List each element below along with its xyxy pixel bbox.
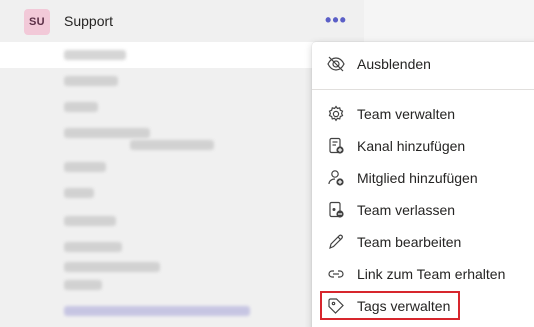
channel-item[interactable]: [0, 298, 364, 324]
team-row-support[interactable]: SU Support •••: [0, 0, 364, 42]
gear-icon: [326, 104, 346, 124]
add-member-icon: [326, 168, 346, 188]
channel-item[interactable]: [0, 272, 364, 298]
channel-name-blurred: [64, 242, 122, 252]
menu-divider: [312, 89, 534, 90]
menu-item-get-team-link[interactable]: Link zum Team erhalten: [312, 258, 534, 290]
team-context-menu: Ausblenden Team verwalten Kanal hinzufüg…: [312, 42, 534, 327]
menu-item-add-channel[interactable]: Kanal hinzufügen: [312, 130, 534, 162]
leave-team-icon: [326, 200, 346, 220]
menu-item-hide[interactable]: Ausblenden: [312, 48, 534, 80]
channel-item[interactable]: [0, 94, 364, 120]
menu-item-manage-team[interactable]: Team verwalten: [312, 98, 534, 130]
channel-name-blurred: [64, 102, 98, 112]
channel-name-blurred: [130, 140, 214, 150]
channel-name-blurred: [64, 306, 250, 316]
menu-item-label: Ausblenden: [357, 56, 431, 72]
channel-name-blurred: [64, 262, 160, 272]
pencil-icon: [326, 232, 346, 252]
channel-item[interactable]: [0, 180, 364, 206]
menu-item-leave-team[interactable]: Team verlassen: [312, 194, 534, 226]
channel-name-blurred: [64, 280, 102, 290]
link-icon: [326, 264, 346, 284]
channel-list: [0, 42, 364, 327]
channel-name-blurred: [64, 162, 106, 172]
channel-item[interactable]: [0, 208, 364, 234]
channel-name-blurred: [64, 216, 116, 226]
menu-item-label: Team verwalten: [357, 106, 456, 122]
add-channel-icon: [326, 136, 346, 156]
channel-name-blurred: [64, 50, 126, 60]
menu-item-label: Team verlassen: [357, 202, 456, 218]
highlight-box: [320, 291, 460, 320]
menu-item-add-member[interactable]: Mitglied hinzufügen: [312, 162, 534, 194]
channel-name-blurred: [64, 188, 94, 198]
channel-item[interactable]: [0, 68, 364, 94]
hide-eye-icon: [326, 54, 346, 74]
menu-item-label: Link zum Team erhalten: [357, 266, 506, 282]
teams-list-pane: SU Support •••: [0, 0, 364, 327]
channel-item[interactable]: [0, 42, 364, 68]
channel-name-blurred: [64, 76, 118, 86]
menu-item-label: Mitglied hinzufügen: [357, 170, 478, 186]
menu-item-label: Team bearbeiten: [357, 234, 462, 250]
team-name: Support: [64, 13, 114, 29]
channel-item[interactable]: [0, 154, 364, 180]
team-avatar: SU: [24, 9, 50, 35]
menu-item-edit-team[interactable]: Team bearbeiten: [312, 226, 534, 258]
menu-item-label: Kanal hinzufügen: [357, 138, 466, 154]
more-options-button[interactable]: •••: [320, 9, 352, 35]
